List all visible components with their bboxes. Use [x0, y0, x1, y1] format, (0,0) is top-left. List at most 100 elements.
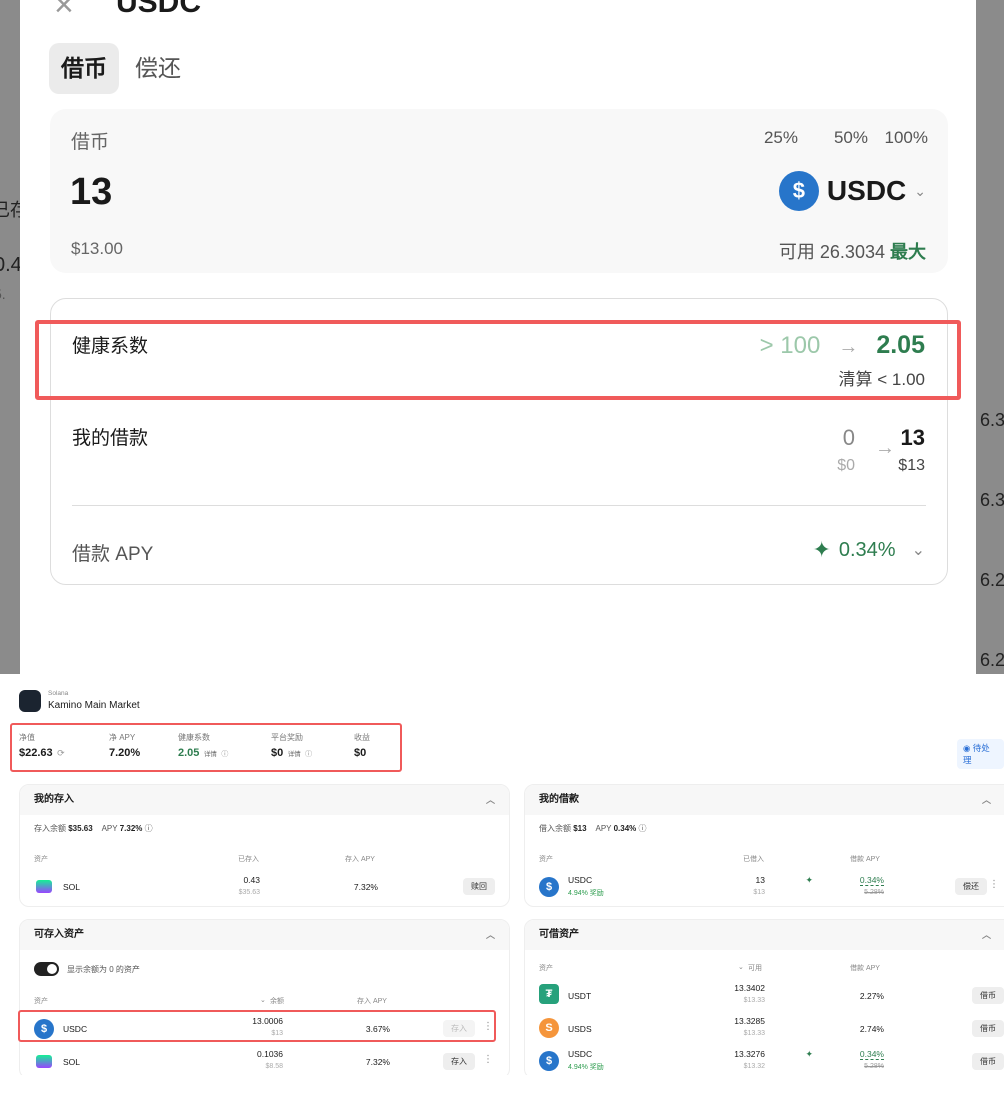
preset-25[interactable]: 25%	[764, 128, 798, 148]
amount: 0.43	[243, 875, 260, 885]
apy-label: APY	[595, 824, 612, 833]
chevron-up-icon[interactable]: ︿	[982, 785, 991, 815]
more-icon[interactable]: ⋮	[483, 1054, 493, 1065]
bg-text: 6.2	[980, 650, 1004, 670]
panel-title: 我的存入	[34, 794, 74, 805]
info-icon[interactable]: ⓘ	[305, 751, 312, 758]
repay-button[interactable]: 偿还	[955, 878, 987, 895]
loan-to: 13	[900, 425, 925, 450]
apy[interactable]: 0.34%	[859, 1049, 884, 1060]
info-icon[interactable]: ⓘ	[145, 824, 153, 833]
apy-dropdown[interactable]: ✦ 0.34% ⌄	[812, 537, 925, 563]
stat-value: 7.20%	[109, 747, 141, 759]
highlight-box	[18, 1010, 496, 1042]
highlight-box	[35, 320, 961, 400]
tab-borrow[interactable]: 借币	[49, 43, 119, 94]
sort-icon[interactable]: ⌄	[260, 996, 266, 1004]
info-icon[interactable]: ⓘ	[639, 824, 647, 833]
apy: 2.74%	[859, 1024, 884, 1034]
column-header: 资产	[34, 998, 48, 1005]
amount: 13.3402	[734, 983, 765, 993]
sparkle-icon: ✦	[805, 875, 813, 885]
details-link[interactable]: 详情	[204, 751, 217, 758]
balance-label: 存入余额	[34, 824, 66, 833]
preset-100[interactable]: 100%	[885, 128, 928, 148]
amount: 13.3276	[734, 1049, 765, 1059]
column-header: 存入 APY	[357, 998, 387, 1005]
amount: 13	[755, 875, 765, 885]
chevron-up-icon[interactable]: ︿	[486, 920, 495, 950]
borrow-button[interactable]: 借币	[972, 1020, 1004, 1037]
market-title[interactable]: Kamino Main Market	[48, 700, 140, 711]
token-selector[interactable]: $ USDC ⌄	[778, 171, 926, 211]
withdraw-button[interactable]: 赎回	[463, 878, 495, 895]
borrow-button[interactable]: 借币	[972, 987, 1004, 1004]
sparkle-icon: ✦	[805, 1049, 813, 1059]
balance-value: $35.63	[68, 824, 93, 833]
amount-input[interactable]: 13	[70, 171, 112, 214]
balance-value: $13	[573, 824, 587, 833]
bg-text: 6.3	[980, 490, 1004, 510]
network-label: Solana	[48, 690, 69, 697]
stat-net-value: 净值 $22.63 ⟳	[19, 732, 109, 761]
chevron-down-icon: ⌄	[914, 182, 926, 199]
loan-from-usd: $0	[837, 457, 855, 474]
tab-repay[interactable]: 偿还	[123, 43, 193, 94]
usd-value: $13	[753, 889, 765, 896]
show-zero-toggle[interactable]	[34, 962, 59, 976]
old-apy: 5.28%	[864, 889, 884, 896]
close-icon[interactable]: ×	[54, 0, 74, 25]
sort-icon[interactable]: ⌄	[738, 963, 744, 971]
apy[interactable]: 0.34%	[859, 875, 884, 886]
column-header: 借款 APY	[850, 965, 880, 972]
chevron-up-icon[interactable]: ︿	[982, 920, 991, 950]
apy-value: 0.34%	[613, 824, 637, 833]
preset-50[interactable]: 50%	[834, 128, 868, 148]
reward-label[interactable]: 4.94% 奖励	[568, 888, 604, 898]
supply-panel: 可存入资产 ︿ 显示余额为 0 的资产 资产 ⌄ 余额 存入 APY $ USDC…	[19, 919, 510, 1079]
available-value: 26.3034	[819, 242, 885, 262]
column-header[interactable]: 可用	[748, 963, 762, 973]
chevron-up-icon[interactable]: ︿	[486, 785, 495, 815]
stat-rewards: 平台奖励 $0 详情 ⓘ	[271, 732, 354, 761]
toggle-label: 显示余额为 0 的资产	[67, 965, 140, 974]
column-header: 资产	[539, 965, 553, 972]
stat-label: 收益	[354, 733, 370, 742]
apy: 7.32%	[353, 882, 378, 892]
reward-label[interactable]: 4.94% 奖励	[568, 1062, 604, 1072]
column-header[interactable]: 余额	[270, 996, 284, 1006]
asset-name: SOL	[63, 882, 81, 892]
refresh-icon[interactable]: ⟳	[57, 748, 65, 758]
divider	[72, 505, 926, 506]
amount: 0.1036	[257, 1049, 283, 1059]
usd-value: $13.33	[743, 1030, 765, 1037]
usd-value: $13.00	[71, 239, 123, 258]
max-button[interactable]: 最大	[890, 242, 926, 262]
input-label: 借币	[71, 132, 110, 153]
apy-label: 借款 APY	[72, 544, 154, 565]
asset-name: SOL	[63, 1057, 81, 1067]
usdt-icon: ₮	[539, 984, 559, 1004]
arrow-right-icon: →	[875, 437, 895, 459]
asset-name: USDT	[568, 991, 592, 1001]
info-icon[interactable]: ⓘ	[221, 751, 228, 758]
more-icon[interactable]: ⋮	[989, 879, 999, 890]
column-header: 借款 APY	[850, 856, 880, 863]
bg-text: 6.2	[980, 570, 1004, 590]
column-header: 资产	[539, 856, 553, 863]
loan-to-usd: $13	[898, 457, 925, 474]
apy: 2.27%	[859, 991, 884, 1001]
stat-value: $0	[271, 747, 284, 759]
modal-title: USDC	[116, 0, 202, 19]
details-link[interactable]: 详情	[288, 751, 301, 758]
column-header: 已存入	[238, 856, 259, 863]
pending-badge[interactable]: ◉ 待处理	[957, 739, 1004, 769]
stat-health: 健康系数 2.05 详情 ⓘ	[178, 732, 271, 761]
borrow-button[interactable]: 借币	[972, 1053, 1004, 1070]
column-header: 资产	[34, 856, 48, 863]
deposit-button[interactable]: 存入	[443, 1053, 475, 1070]
asset-name: USDC	[568, 1049, 593, 1059]
apy: 7.32%	[365, 1057, 390, 1067]
pending-label: 待处理	[963, 743, 990, 765]
stat-value: $22.63	[19, 747, 53, 759]
